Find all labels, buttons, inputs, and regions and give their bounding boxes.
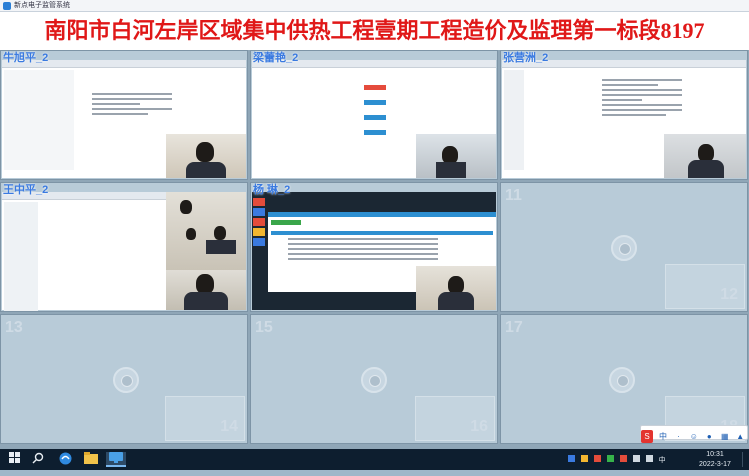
file-explorer-icon[interactable] [82,452,100,467]
video-tile-2[interactable]: 梁蕾艳_2 [250,50,498,180]
webcam-feed [166,270,246,310]
webcam-feed [166,192,246,270]
windows-taskbar: 中 10:31 2022-3-17 [0,449,749,470]
camera-placeholder-icon [611,235,637,261]
tray-app-icon[interactable] [593,455,601,462]
tile-number: 14 [220,418,238,435]
participant-label: 牛旭平_2 [3,52,49,64]
camera-placeholder-icon [609,367,635,393]
video-tile-5[interactable]: 杨 琳_2 [250,182,498,312]
volume-icon[interactable] [645,455,653,462]
webcam-feed [664,134,746,178]
show-desktop-button[interactable] [742,452,746,467]
participant-label: 杨 琳_2 [253,184,291,196]
tile-number: 11 [505,187,522,204]
network-icon[interactable] [632,455,640,462]
participant-label: 梁蕾艳_2 [253,52,299,64]
search-icon[interactable] [30,452,46,467]
clock-date: 2022-3-17 [699,461,731,468]
ime-punctuation-icon[interactable]: · [673,430,684,443]
video-grid: 牛旭平_2 梁蕾艳_2 张营洲_2 王中平_2 杨 琳_2 11 12 13 1… [0,50,749,449]
tile-number: 15 [255,319,273,336]
clock-time: 10:31 [706,451,724,458]
camera-placeholder-icon [113,367,139,393]
ime-toolbar[interactable]: S 中 · ☺ ● ▦ ▲ ▤ [640,425,748,459]
screen-sidebar [4,70,74,170]
document-text [92,90,172,118]
tile-number: 17 [505,319,523,336]
app-icon [3,2,11,10]
sogou-logo-icon: S [641,430,653,443]
camera-placeholder-icon [361,367,387,393]
tray-app-icon[interactable] [619,455,627,462]
monitor-app-taskbar-icon[interactable] [106,452,126,467]
taskbar-clock[interactable]: 10:31 2022-3-17 [690,450,740,471]
webcam-feed [166,134,246,178]
participant-label: 张营洲_2 [503,52,549,64]
banner-title: 南阳市白河左岸区域集中供热工程壹期工程造价及监理第一标段8197 [44,18,705,43]
desktop-icons [253,196,265,306]
participant-label: 王中平_2 [3,184,49,196]
video-tile-3[interactable]: 张营洲_2 [500,50,748,180]
tray-app-icon[interactable] [606,455,614,462]
tile-number: 12 [720,286,738,303]
ime-language[interactable]: 中 [657,430,668,443]
workflow-buttons [364,85,386,135]
sub-tile: 16 [415,396,495,441]
screen-sidebar [4,202,38,311]
ime-skin-icon[interactable]: ▲ [735,430,746,443]
window-titlebar: 新点电子监管系统 [0,0,749,12]
tray-language[interactable]: 中 [659,457,666,464]
tile-number: 13 [5,319,23,336]
windows-start-icon[interactable] [8,452,22,467]
system-tray-icons[interactable]: 中 [568,455,688,476]
ime-keyboard-icon[interactable]: ▦ [719,430,730,443]
edge-browser-icon[interactable] [56,452,74,467]
sub-tile: 14 [165,396,245,441]
tray-app-icon[interactable] [580,455,588,462]
webcam-feed [416,266,496,310]
document-text [602,76,682,119]
video-tile-4[interactable]: 王中平_2 [0,182,248,312]
ime-mic-icon[interactable]: ● [704,430,715,443]
empty-tile-11[interactable]: 11 12 [500,182,748,312]
empty-tile-13[interactable]: 13 14 [0,314,248,444]
webcam-feed [416,134,496,178]
tile-number: 16 [470,418,488,435]
window-title: 新点电子监管系统 [14,2,70,9]
tray-app-icon[interactable] [568,455,575,462]
sub-tile: 12 [665,264,745,309]
video-tile-1[interactable]: 牛旭平_2 [0,50,248,180]
ime-emoji-icon[interactable]: ☺ [688,430,699,443]
project-banner: 南阳市白河左岸区域集中供热工程壹期工程造价及监理第一标段8197 [0,12,749,50]
empty-tile-15[interactable]: 15 16 [250,314,498,444]
